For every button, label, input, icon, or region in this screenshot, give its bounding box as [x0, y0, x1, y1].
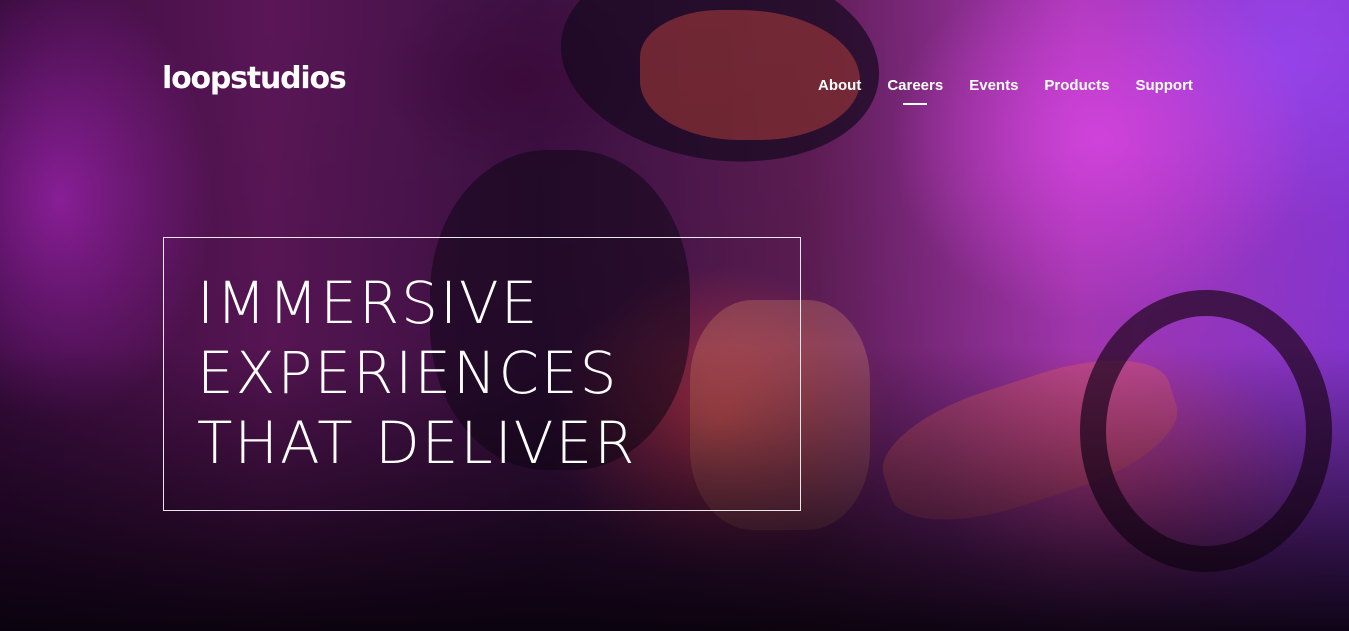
headline-line: EXPERIENCES: [197, 339, 619, 407]
headline-line: THAT DELIVER: [197, 409, 637, 477]
hero-section: loopstudios About Careers Events Product…: [0, 0, 1349, 631]
active-nav-indicator: [903, 103, 928, 105]
nav-link-products[interactable]: Products: [1044, 77, 1109, 95]
headline-line: IMMERSIVE: [197, 269, 540, 337]
nav-link-label: Events: [969, 77, 1019, 94]
brand-logo[interactable]: loopstudios: [162, 64, 347, 94]
nav-link-support[interactable]: Support: [1135, 77, 1193, 95]
nav-link-label: Products: [1044, 77, 1110, 94]
nav-link-label: Careers: [887, 77, 944, 94]
headline-box: IMMERSIVE EXPERIENCES THAT DELIVER: [163, 237, 801, 511]
nav-link-label: Support: [1135, 77, 1193, 94]
nav-link-about[interactable]: About: [818, 77, 861, 95]
nav-link-events[interactable]: Events: [969, 77, 1018, 95]
main-nav: About Careers Events Products Support: [818, 77, 1193, 105]
hero-headline: IMMERSIVE EXPERIENCES THAT DELIVER: [197, 268, 636, 478]
nav-link-careers[interactable]: Careers: [887, 77, 944, 105]
nav-link-label: About: [818, 77, 862, 94]
